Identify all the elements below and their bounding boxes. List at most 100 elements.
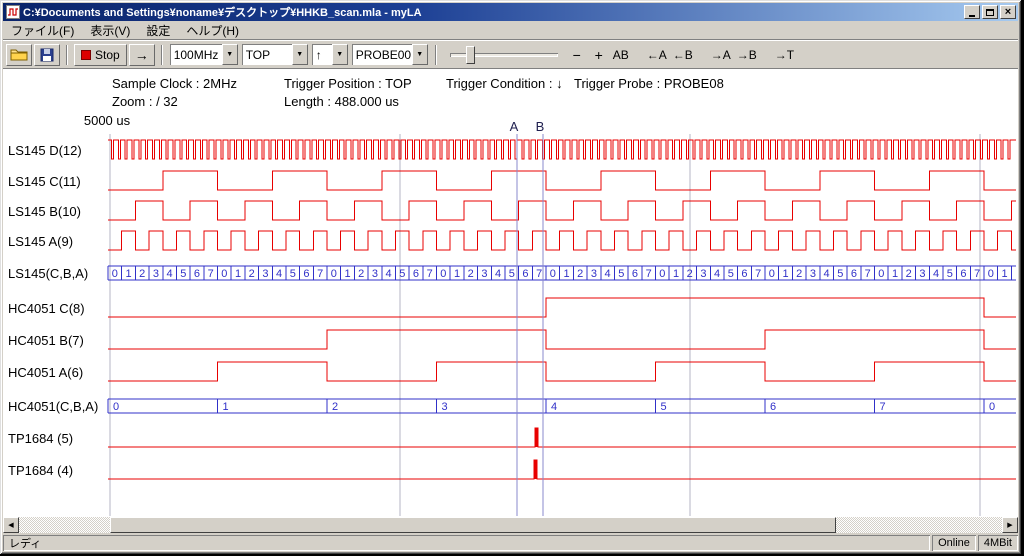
- bus-value: 2: [906, 268, 912, 280]
- run-arrow-icon: →: [135, 47, 149, 63]
- bus-value: 7: [536, 268, 542, 280]
- minimize-button[interactable]: [964, 5, 980, 19]
- bus-value: 6: [303, 268, 309, 280]
- channel-hc4051-c-b-a: HC4051(C,B,A)012345670: [8, 399, 1016, 414]
- menu-help[interactable]: ヘルプ(H): [178, 20, 247, 41]
- bus-value: 1: [344, 268, 350, 280]
- scrollbar-thumb[interactable]: [110, 517, 836, 533]
- signal-trace: [108, 231, 1016, 250]
- zoom-out-button[interactable]: −: [566, 44, 588, 66]
- bus-value: 4: [605, 268, 611, 280]
- scroll-left-button[interactable]: ◀: [3, 517, 19, 533]
- open-file-button[interactable]: [6, 44, 32, 66]
- bus-value: 3: [700, 268, 706, 280]
- channel-label: LS145 A(9): [8, 234, 73, 249]
- signal-trace: [108, 460, 1016, 479]
- status-online: Online: [932, 535, 976, 551]
- bus-value: 6: [522, 268, 528, 280]
- floppy-icon: [40, 48, 54, 62]
- close-button[interactable]: ×: [1000, 5, 1016, 19]
- channel-label: TP1684 (5): [8, 431, 73, 446]
- signal-trace: [108, 201, 1016, 220]
- move-b-right-button[interactable]: →B: [734, 44, 760, 66]
- channel-label: HC4051 C(8): [8, 301, 85, 316]
- bus-value: 0: [988, 268, 994, 280]
- trigger-position-select[interactable]: TOP ▼: [242, 44, 308, 65]
- trigger-probe-select[interactable]: PROBE00 ▼: [352, 44, 428, 65]
- bus-value: 4: [495, 268, 501, 280]
- channel-hc4051-a-6: HC4051 A(6): [8, 362, 1016, 381]
- chevron-down-icon[interactable]: ▼: [222, 44, 238, 65]
- move-a-left-button[interactable]: ←A: [644, 44, 670, 66]
- bus-value: 4: [714, 268, 720, 280]
- sample-clock-value: 100MHz: [170, 44, 222, 65]
- sample-clock-select[interactable]: 100MHz ▼: [170, 44, 238, 65]
- run-button[interactable]: →: [129, 44, 155, 66]
- bus-value: 6: [770, 401, 776, 413]
- maximize-icon: [986, 9, 994, 16]
- trigger-position-info: Trigger Position : TOP: [284, 76, 412, 91]
- channel-ls145-a-9: LS145 A(9): [8, 231, 1016, 250]
- stop-icon: [81, 50, 91, 60]
- bus-value: 4: [933, 268, 939, 280]
- bus-value: 7: [880, 401, 886, 413]
- bus-value: 0: [112, 268, 118, 280]
- close-icon: ×: [1005, 7, 1011, 17]
- bus-value: 1: [563, 268, 569, 280]
- zoom-ab-button[interactable]: AB: [610, 44, 632, 66]
- zoom-in-button[interactable]: +: [588, 44, 610, 66]
- app-icon: [6, 5, 20, 19]
- toolbar-separator: [161, 45, 163, 65]
- menu-file[interactable]: ファイル(F): [3, 20, 82, 41]
- statusbar: レディ Online 4MBit: [3, 533, 1018, 551]
- signal-trace: [108, 330, 1016, 349]
- trigger-position-value: TOP: [242, 44, 292, 65]
- bus-value: 7: [974, 268, 980, 280]
- bus-value: 3: [442, 401, 448, 413]
- trigger-edge-select[interactable]: ↑ ▼: [312, 44, 348, 65]
- bus-value: 1: [892, 268, 898, 280]
- waveform-display[interactable]: 5000 usLS145 D(12)LS145 C(11)LS145 B(10)…: [3, 69, 1018, 517]
- channel-ls145-c-b-a: LS145(C,B,A)0123456701234567012345670123…: [8, 266, 1016, 281]
- bus-value: 7: [317, 268, 323, 280]
- stop-button[interactable]: Stop: [74, 44, 127, 66]
- bus-value: 1: [673, 268, 679, 280]
- bus-value: 2: [358, 268, 364, 280]
- chevron-down-icon[interactable]: ▼: [412, 44, 428, 65]
- bus-value: 2: [249, 268, 255, 280]
- toolbar: Stop → 100MHz ▼ TOP ▼ ↑ ▼ PROBE00 ▼ − + …: [3, 40, 1018, 69]
- bus-value: 0: [331, 268, 337, 280]
- chevron-down-icon[interactable]: ▼: [292, 44, 308, 65]
- scroll-right-button[interactable]: ▶: [1002, 517, 1018, 533]
- horizontal-scrollbar[interactable]: ◀ ▶: [3, 517, 1018, 533]
- bus-value: 3: [919, 268, 925, 280]
- bus-value: 3: [591, 268, 597, 280]
- save-button[interactable]: [34, 44, 60, 66]
- move-a-right-button[interactable]: →A: [708, 44, 734, 66]
- move-b-left-button[interactable]: ←B: [670, 44, 696, 66]
- bus-value: 4: [551, 401, 557, 413]
- time-scale-label: 5000 us: [84, 113, 131, 128]
- bus-value: 3: [153, 268, 159, 280]
- menu-view[interactable]: 表示(V): [82, 20, 138, 41]
- bus-value: 2: [468, 268, 474, 280]
- bus-value: 1: [1001, 268, 1007, 280]
- signal-trace: [108, 298, 1016, 317]
- bus-value: 1: [223, 401, 229, 413]
- trigger-probe-info: Trigger Probe : PROBE08: [574, 76, 724, 91]
- channel-label: LS145 B(10): [8, 204, 81, 219]
- zoom-slider[interactable]: [448, 44, 560, 66]
- signal-trace: [108, 140, 1016, 159]
- signal-trace: [108, 428, 1016, 447]
- bus-value: 5: [509, 268, 515, 280]
- status-ready: レディ: [3, 535, 930, 551]
- trigger-probe-value: PROBE00: [352, 44, 412, 65]
- maximize-button[interactable]: [982, 5, 998, 19]
- titlebar: C:¥Documents and Settings¥noname¥デスクトップ¥…: [3, 3, 1018, 21]
- length-info: Length : 488.000 us: [284, 94, 399, 109]
- menu-settings[interactable]: 設定: [138, 20, 178, 41]
- chevron-down-icon[interactable]: ▼: [332, 44, 348, 65]
- slider-thumb[interactable]: [466, 46, 475, 64]
- goto-trigger-button[interactable]: →T: [772, 44, 797, 66]
- window-title: C:¥Documents and Settings¥noname¥デスクトップ¥…: [23, 4, 962, 20]
